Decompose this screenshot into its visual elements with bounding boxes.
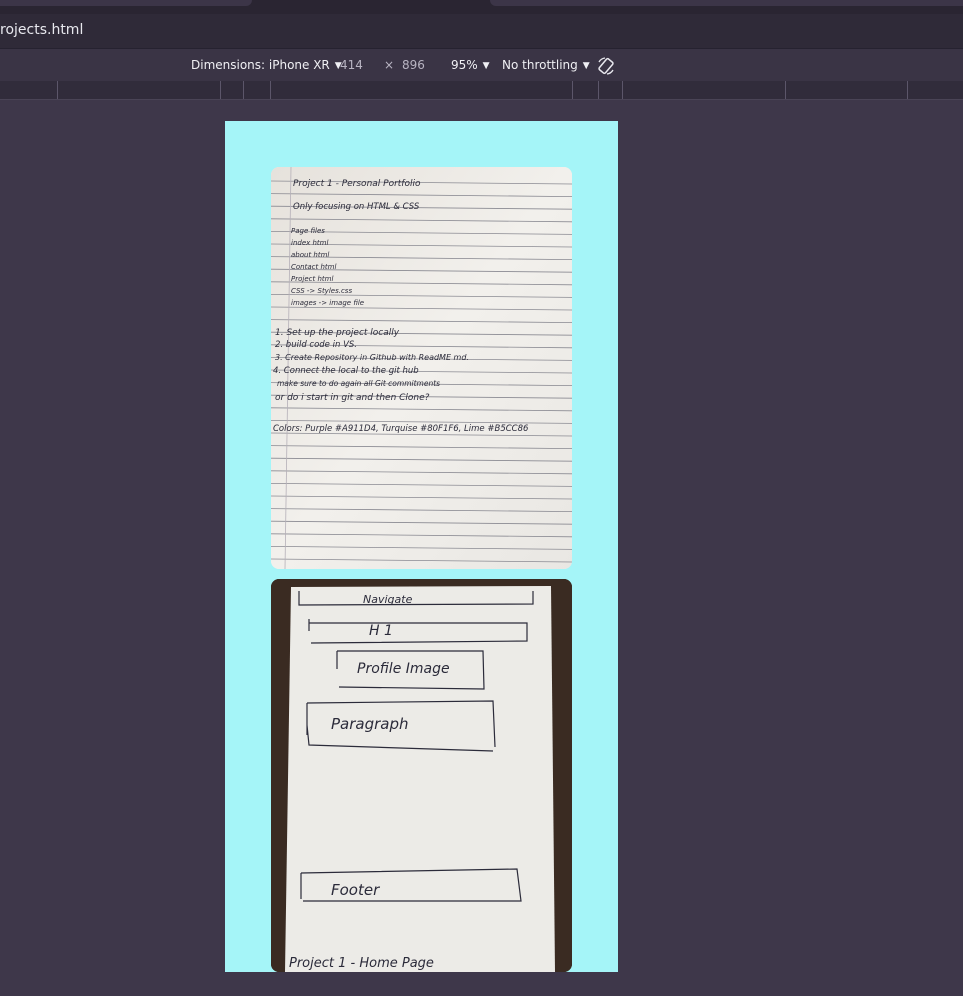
chevron-down-icon: ▼ [582, 61, 590, 71]
note-line: Contact html [291, 263, 336, 271]
zoom-select[interactable]: 95% ▼ [451, 58, 490, 72]
throttling-label: No throttling [502, 58, 578, 72]
throttling-select[interactable]: No throttling ▼ [502, 58, 590, 72]
note-line: Only focusing on HTML & CSS [293, 202, 420, 212]
wire-footer-label: Footer [331, 881, 380, 899]
notes-sketch-image: Project 1 - Personal Portfolio Only focus… [271, 167, 572, 569]
media-query-ruler[interactable] [0, 81, 963, 100]
note-line: 1. Set up the project locally [275, 328, 400, 338]
note-line: CSS -> Styles.css [291, 287, 352, 295]
times-sign: × [384, 58, 395, 72]
browser-tab[interactable] [0, 0, 252, 6]
url-text[interactable]: rojects.html [0, 22, 83, 38]
note-line: or do i start in git and then Clone? [275, 393, 430, 403]
note-line: 4. Connect the local to the git hub [273, 366, 419, 376]
device-width-input[interactable]: 414 [340, 58, 363, 72]
device-dimensions-select[interactable]: Dimensions: iPhone XR ▼ [191, 58, 342, 72]
note-line: index html [291, 239, 328, 247]
note-line: Page files [291, 227, 325, 235]
wire-profile-label: Profile Image [357, 661, 450, 677]
note-line: Project 1 - Personal Portfolio [293, 179, 421, 189]
note-line: 3. Create Repository in Github with Read… [275, 353, 469, 362]
note-line: Colors: Purple #A911D4, Turquise #80F1F6… [273, 424, 529, 434]
wire-h1-label: H 1 [369, 623, 393, 639]
device-dimensions-label: Dimensions: iPhone XR [191, 58, 330, 72]
note-line: Project html [291, 275, 333, 283]
wire-paragraph-label: Paragraph [331, 715, 409, 733]
wireframe-sketch-image: Navigate H 1 Profile Image Paragraph Foo… [271, 579, 572, 972]
rotate-icon[interactable] [596, 56, 616, 76]
zoom-label: 95% [451, 58, 478, 72]
note-line: make sure to do again all Git commitment… [277, 379, 440, 388]
device-viewport: Project 1 - Personal Portfolio Only focus… [225, 121, 618, 972]
address-bar[interactable]: rojects.html [0, 14, 963, 49]
device-toolbar: Dimensions: iPhone XR ▼ 414 × 896 95% ▼ No… [0, 49, 963, 82]
device-height-input[interactable]: 896 [402, 58, 425, 72]
note-line: about html [291, 251, 329, 259]
browser-tab-strip [0, 0, 963, 14]
wire-nav-label: Navigate [363, 593, 413, 606]
note-line: images -> image file [291, 299, 364, 307]
chevron-down-icon: ▼ [482, 61, 490, 71]
wire-caption: Project 1 - Home Page [289, 956, 434, 971]
note-line: 2. build code in VS. [275, 340, 357, 350]
browser-tab[interactable] [490, 0, 963, 6]
